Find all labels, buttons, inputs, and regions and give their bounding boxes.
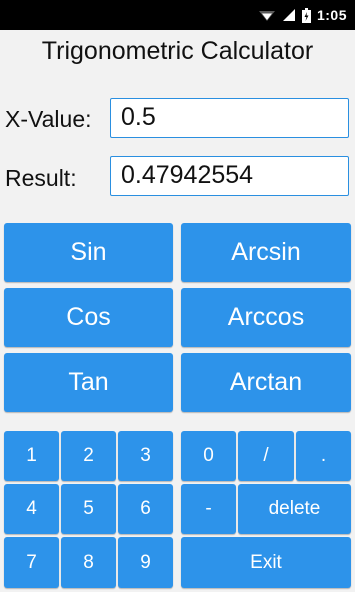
arctan-button[interactable]: Arctan: [181, 353, 351, 412]
status-time: 1:05: [316, 7, 347, 23]
arcsin-button[interactable]: Arcsin: [181, 223, 351, 282]
signal-icon: [282, 8, 296, 22]
digit-0-button[interactable]: 0: [181, 431, 236, 481]
digit-7-button[interactable]: 7: [4, 537, 59, 588]
sin-button[interactable]: Sin: [4, 223, 173, 282]
battery-icon: [301, 7, 311, 23]
arccos-button[interactable]: Arccos: [181, 288, 351, 347]
digit-3-button[interactable]: 3: [118, 431, 173, 481]
result-field: 0.47942554: [110, 156, 349, 196]
digit-5-button[interactable]: 5: [61, 484, 116, 534]
decimal-point-button[interactable]: .: [296, 431, 351, 481]
digit-9-button[interactable]: 9: [118, 537, 173, 588]
minus-button[interactable]: -: [181, 484, 236, 534]
delete-button[interactable]: delete: [238, 484, 351, 534]
digit-8-button[interactable]: 8: [61, 537, 116, 588]
digit-6-button[interactable]: 6: [118, 484, 173, 534]
cos-button[interactable]: Cos: [4, 288, 173, 347]
slash-button[interactable]: /: [238, 431, 294, 481]
digit-4-button[interactable]: 4: [4, 484, 59, 534]
digit-2-button[interactable]: 2: [61, 431, 116, 481]
x-value-label: X-Value:: [5, 106, 92, 132]
status-bar: 1:05: [0, 0, 355, 30]
result-label: Result:: [5, 165, 77, 191]
wifi-icon: [258, 8, 276, 22]
tan-button[interactable]: Tan: [4, 353, 173, 412]
digit-1-button[interactable]: 1: [4, 431, 59, 481]
app-title: Trigonometric Calculator: [41, 37, 314, 65]
x-value-input[interactable]: 0.5: [110, 98, 349, 138]
exit-button[interactable]: Exit: [181, 537, 351, 588]
status-icons: 1:05: [258, 0, 347, 30]
